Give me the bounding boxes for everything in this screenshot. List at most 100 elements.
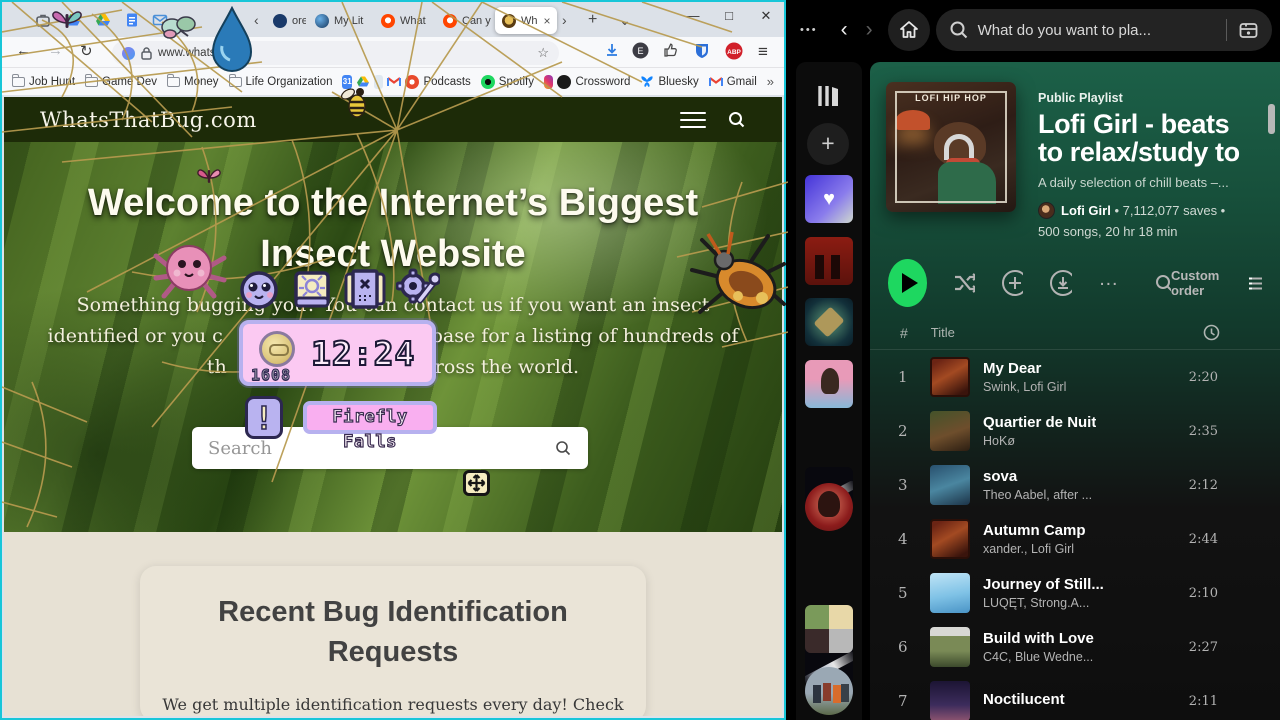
shuffle-icon[interactable] [953, 272, 974, 294]
spotify-search-input[interactable]: What do you want to pla... [936, 9, 1272, 51]
track-row[interactable]: 3 sovaTheo Aabel, after ... 2:12 [870, 458, 1280, 512]
your-library-icon[interactable] [816, 84, 842, 108]
forward-button[interactable]: → [48, 42, 63, 59]
bookmark-folder-game-dev[interactable]: Game Dev [85, 76, 157, 88]
track-title[interactable]: Autumn Camp [983, 522, 1086, 539]
bookmark-podcasts[interactable]: Podcasts [405, 75, 470, 89]
bookmark-folder-money[interactable]: Money [167, 76, 219, 88]
back-button[interactable]: ← [16, 42, 31, 59]
duration-clock-icon[interactable] [1203, 324, 1220, 341]
tab-what[interactable]: What [374, 7, 432, 34]
tracking-protection-icon[interactable] [122, 47, 135, 60]
bookmark-crossword[interactable]: Crossword [557, 75, 630, 89]
track-row[interactable]: 1 My DearSwink, Lofi Girl 2:20 [870, 350, 1280, 404]
library-album-ornate[interactable] [805, 298, 853, 346]
track-title[interactable]: My Dear [983, 360, 1066, 377]
extension-e-icon[interactable]: E [632, 42, 649, 59]
track-artists[interactable]: Theo Aabel, after ... [983, 488, 1092, 502]
spotify-forward-button[interactable]: › [866, 18, 873, 42]
library-artist-circle[interactable] [805, 483, 853, 531]
water-droplet-sprite[interactable] [208, 6, 256, 76]
owner-avatar[interactable] [1038, 202, 1055, 219]
download-icon[interactable] [1049, 269, 1072, 297]
track-row[interactable]: 6 Build with LoveC4C, Blue Wedne... 2:27 [870, 620, 1280, 674]
alert-exclamation-icon[interactable]: ! [245, 396, 283, 439]
bookmark-gmail-icon[interactable] [387, 75, 401, 89]
library-album-portrait[interactable] [805, 360, 853, 408]
pet-menu-icon[interactable] [238, 270, 280, 310]
track-artists[interactable]: xander., Lofi Girl [983, 542, 1086, 556]
library-album-collage[interactable] [805, 605, 853, 653]
track-title[interactable]: Quartier de Nuit [983, 414, 1096, 431]
fly-sprite[interactable] [160, 10, 198, 44]
bookmarks-overflow-chevron[interactable]: » [767, 74, 774, 89]
bookmark-instagram-icon[interactable] [544, 75, 554, 89]
small-butterfly-sprite[interactable] [196, 165, 222, 189]
track-row[interactable]: 4 Autumn Campxander., Lofi Girl 2:44 [870, 512, 1280, 566]
move-handle-icon[interactable] [463, 470, 490, 496]
track-row[interactable]: 7 Noctilucent 2:11 [870, 674, 1280, 720]
pinned-tab-docs-icon[interactable] [124, 12, 140, 28]
bookmark-star-icon[interactable]: ☆ [537, 45, 549, 61]
pinned-tab-drive2-icon[interactable] [95, 12, 111, 28]
site-menu-hamburger-icon[interactable] [680, 107, 706, 133]
bookmark-spotify[interactable]: Spotify [481, 75, 534, 89]
thumbs-up-extension-icon[interactable] [662, 42, 678, 58]
add-to-playlist-icon[interactable] [1001, 269, 1024, 297]
tab-overflow-partial[interactable]: ore [266, 7, 306, 34]
bookmark-folder-job-hunt[interactable]: Job Hunt [12, 76, 75, 88]
search-in-playlist-icon[interactable] [1155, 274, 1171, 293]
track-row[interactable]: 2 Quartier de NuitHoKø 2:35 [870, 404, 1280, 458]
scrollbar-thumb[interactable] [1268, 104, 1275, 134]
liked-songs-item[interactable]: ♥ [805, 175, 853, 223]
downloads-icon[interactable] [604, 42, 620, 58]
tab-scroll-right-button[interactable]: › [562, 10, 567, 30]
playlist-title[interactable]: Lofi Girl - beatsto relax/study to [1038, 110, 1280, 166]
tab-my-lit[interactable]: My Lit [308, 7, 370, 34]
settings-menu-icon[interactable] [396, 268, 440, 310]
track-row[interactable]: 5 Journey of Still...LUQĘT, Strong.A... … [870, 566, 1280, 620]
track-title[interactable]: Journey of Still... [983, 576, 1104, 593]
track-artists[interactable]: C4C, Blue Wedne... [983, 650, 1094, 664]
tab-list-dropdown[interactable]: ⌄ [619, 10, 631, 30]
track-artists[interactable]: HoKø [983, 434, 1096, 448]
play-button[interactable] [888, 259, 927, 307]
library-album-red[interactable] [805, 237, 853, 285]
tab-close-icon[interactable]: × [544, 14, 551, 28]
library-group-circle[interactable] [805, 667, 853, 715]
minimize-button[interactable]: — [678, 8, 708, 23]
tab-active-whatsthatbug[interactable]: Wh × [495, 7, 557, 34]
owner-name[interactable]: Lofi Girl [1061, 203, 1111, 218]
new-tab-button[interactable]: + [588, 10, 597, 30]
column-title[interactable]: Title [931, 325, 955, 340]
track-title[interactable]: Noctilucent [983, 691, 1065, 708]
journal-menu-icon[interactable] [292, 270, 332, 310]
bookmark-gmail[interactable]: Gmail [709, 75, 757, 89]
close-button[interactable]: ✕ [751, 8, 781, 24]
track-artists[interactable]: LUQĘT, Strong.A... [983, 596, 1104, 610]
track-title[interactable]: Build with Love [983, 630, 1094, 647]
browse-icon[interactable] [1239, 21, 1258, 40]
butterfly-sprite[interactable] [52, 8, 82, 34]
adblock-plus-icon[interactable]: ABP [725, 42, 743, 60]
assassin-bug-sprite[interactable] [680, 226, 788, 318]
pinned-tab-briefcase-icon[interactable] [35, 12, 51, 28]
track-artists[interactable]: Swink, Lofi Girl [983, 380, 1066, 394]
bookmark-bluesky[interactable]: Bluesky [640, 75, 698, 89]
bookmark-occluded-icon[interactable] [374, 75, 384, 89]
menu-hamburger-icon[interactable]: ≡ [758, 42, 768, 62]
playlist-cover-art[interactable]: LOFI HIP HOP [886, 82, 1016, 212]
pink-spider-sprite[interactable] [150, 228, 232, 304]
bookmark-folder-life-organization[interactable]: Life Organization [229, 76, 333, 88]
sort-order-button[interactable]: Custom order [1171, 268, 1262, 298]
spotify-back-button[interactable]: ‹ [841, 18, 848, 42]
track-title[interactable]: sova [983, 468, 1092, 485]
site-logo[interactable]: WhatsThatBug.com [40, 108, 257, 132]
address-bar[interactable]: www.whatsthatbu ☆ [112, 41, 559, 65]
more-options-icon[interactable]: … [1098, 268, 1119, 291]
map-menu-icon[interactable] [343, 268, 387, 310]
wasp-sprite[interactable] [340, 82, 374, 120]
maximize-button[interactable]: □ [714, 8, 744, 23]
home-button[interactable] [888, 9, 930, 51]
bitwarden-icon[interactable] [694, 42, 710, 59]
